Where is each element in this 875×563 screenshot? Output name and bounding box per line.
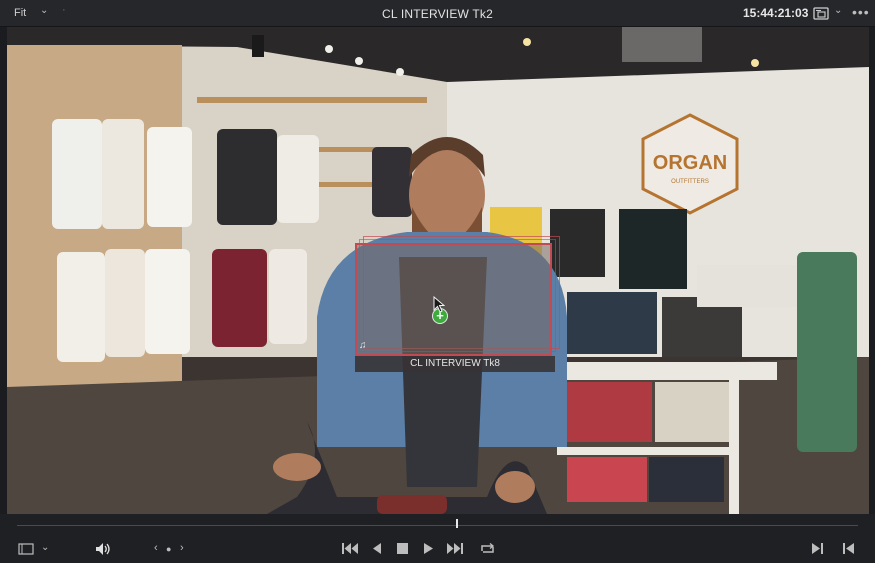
play-icon[interactable] bbox=[424, 543, 433, 554]
next-marker-icon[interactable]: › bbox=[180, 542, 184, 554]
volume-icon[interactable] bbox=[95, 542, 111, 556]
timecode-display: 15:44:21:03 bbox=[743, 6, 809, 20]
viewer-header: Fit ⌄ · CL INTERVIEW Tk2 15:44:21:03 ⌄ •… bbox=[0, 0, 875, 27]
drag-clip-thumbnail[interactable] bbox=[355, 243, 552, 356]
scrubber-track[interactable] bbox=[17, 525, 858, 526]
viewer-options-mark: · bbox=[62, 4, 66, 16]
stop-icon[interactable] bbox=[397, 543, 408, 554]
marker-dot-icon[interactable]: ● bbox=[166, 543, 171, 555]
chevron-down-icon[interactable]: ⌄ bbox=[834, 5, 842, 16]
skip-to-start-icon[interactable] bbox=[342, 543, 358, 554]
mouse-pointer-icon bbox=[433, 296, 445, 313]
transport-bar: ⌄ ‹ ● › bbox=[0, 514, 875, 563]
previous-marker-icon[interactable]: ‹ bbox=[154, 542, 158, 554]
store-sign-text: ORGAN bbox=[653, 152, 727, 174]
play-reverse-icon[interactable] bbox=[373, 543, 382, 554]
loop-icon[interactable] bbox=[479, 542, 496, 555]
previous-frame-icon[interactable] bbox=[843, 543, 854, 554]
chevron-down-icon[interactable]: ⌄ bbox=[41, 542, 49, 554]
audio-clip-icon: ♫ bbox=[359, 340, 367, 351]
zoom-dropdown-label[interactable]: Fit bbox=[14, 7, 26, 19]
monitor-overlay-icon[interactable] bbox=[813, 7, 829, 20]
playhead[interactable] bbox=[456, 519, 458, 528]
more-options-icon[interactable]: ••• bbox=[852, 4, 870, 20]
match-frame-icon[interactable] bbox=[812, 543, 823, 554]
chevron-down-icon[interactable]: ⌄ bbox=[40, 5, 48, 16]
clip-view-icon[interactable] bbox=[18, 543, 34, 555]
skip-to-end-icon[interactable] bbox=[447, 543, 463, 554]
drag-clip-label: CL INTERVIEW Tk8 bbox=[355, 356, 555, 372]
video-viewer[interactable]: ORGAN OUTFITTERS ♫ + CL INTERVIEW Tk8 bbox=[7, 27, 869, 514]
store-sign-subtext: OUTFITTERS bbox=[671, 179, 709, 185]
